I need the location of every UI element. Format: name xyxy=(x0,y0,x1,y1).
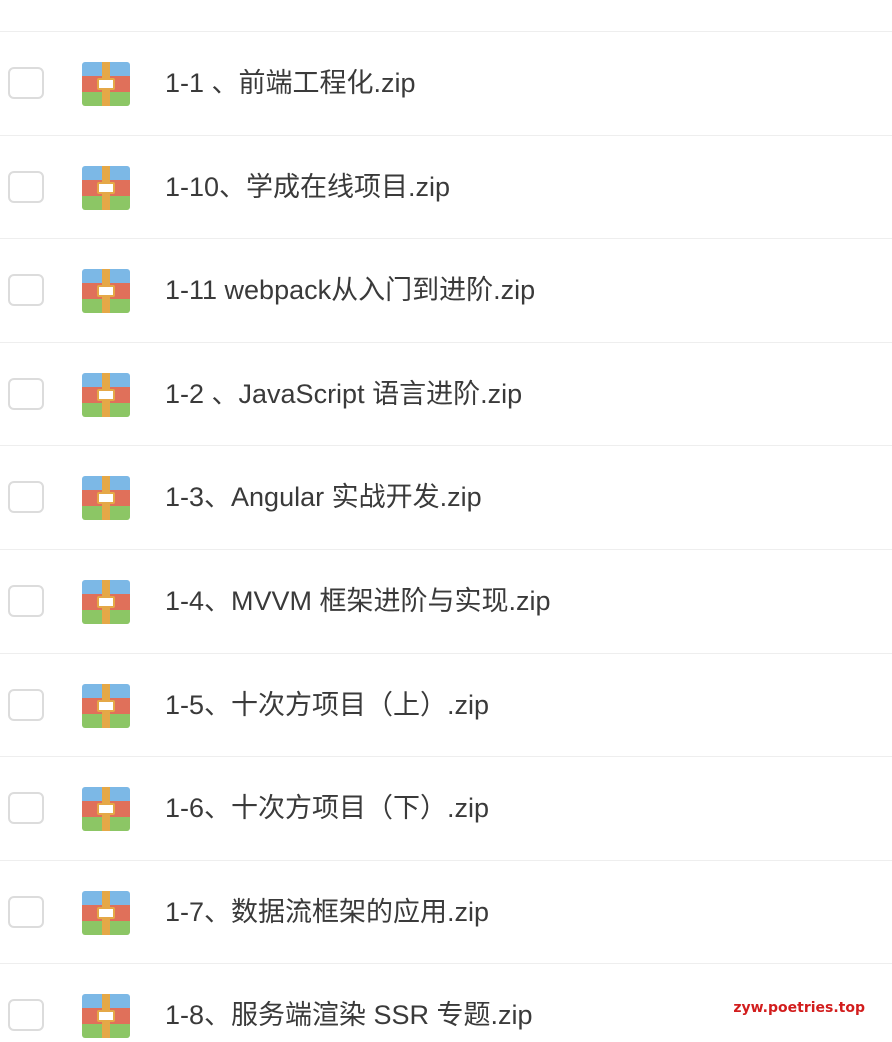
file-row[interactable]: 1-10、学成在线项目.zip xyxy=(0,134,892,239)
row-checkbox[interactable] xyxy=(8,274,44,307)
row-checkbox[interactable] xyxy=(8,895,44,928)
file-name[interactable]: 1-8、服务端渲染 SSR 专题.zip xyxy=(165,996,533,1034)
row-checkbox[interactable] xyxy=(8,688,44,721)
file-name[interactable]: 1-1 、前端工程化.zip xyxy=(165,64,416,102)
file-name[interactable]: 1-4、MVVM 框架进阶与实现.zip xyxy=(165,582,551,620)
file-name[interactable]: 1-7、数据流框架的应用.zip xyxy=(165,893,489,931)
row-checkbox[interactable] xyxy=(8,170,44,203)
watermark: zyw.poetries.top xyxy=(733,1000,865,1016)
file-name[interactable]: 1-6、十次方项目（下）.zip xyxy=(165,789,489,827)
file-list: 1-1 、前端工程化.zip 1-10、学成在线项目.zip 1-11 webp… xyxy=(0,31,892,1042)
file-name[interactable]: 1-10、学成在线项目.zip xyxy=(165,168,450,206)
top-link-partial[interactable] xyxy=(530,0,710,4)
zip-archive-icon xyxy=(82,165,130,210)
zip-archive-icon xyxy=(82,579,130,624)
file-name[interactable]: 1-5、十次方项目（上）.zip xyxy=(165,686,489,724)
file-row[interactable]: 1-2 、JavaScript 语言进阶.zip xyxy=(0,341,892,446)
zip-archive-icon xyxy=(82,269,130,314)
file-row[interactable]: 1-1 、前端工程化.zip xyxy=(0,31,892,135)
file-name[interactable]: 1-3、Angular 实战开发.zip xyxy=(165,478,482,516)
file-row[interactable]: 1-5、十次方项目（上）.zip xyxy=(0,652,892,757)
file-row[interactable]: 1-6、十次方项目（下）.zip xyxy=(0,756,892,860)
file-row[interactable]: 1-7、数据流框架的应用.zip xyxy=(0,859,892,964)
zip-archive-icon xyxy=(82,62,130,106)
row-checkbox[interactable] xyxy=(8,67,44,99)
zip-archive-icon xyxy=(82,372,130,417)
zip-archive-icon xyxy=(82,787,130,832)
file-list-page: 1-1 、前端工程化.zip 1-10、学成在线项目.zip 1-11 webp… xyxy=(0,0,892,1042)
file-name[interactable]: 1-11 webpack从入门到进阶.zip xyxy=(165,271,535,309)
file-row[interactable]: 1-4、MVVM 框架进阶与实现.zip xyxy=(0,548,892,653)
row-checkbox[interactable] xyxy=(8,999,44,1032)
row-checkbox[interactable] xyxy=(8,481,44,514)
file-name[interactable]: 1-2 、JavaScript 语言进阶.zip xyxy=(165,375,522,413)
zip-archive-icon xyxy=(82,476,130,521)
file-row[interactable]: 1-3、Angular 实战开发.zip xyxy=(0,445,892,549)
zip-archive-icon xyxy=(82,994,130,1039)
row-checkbox[interactable] xyxy=(8,792,44,825)
row-checkbox[interactable] xyxy=(8,584,44,617)
zip-archive-icon xyxy=(82,890,130,935)
zip-archive-icon xyxy=(82,683,130,728)
file-row[interactable]: 1-11 webpack从入门到进阶.zip xyxy=(0,238,892,342)
row-checkbox[interactable] xyxy=(8,377,44,410)
